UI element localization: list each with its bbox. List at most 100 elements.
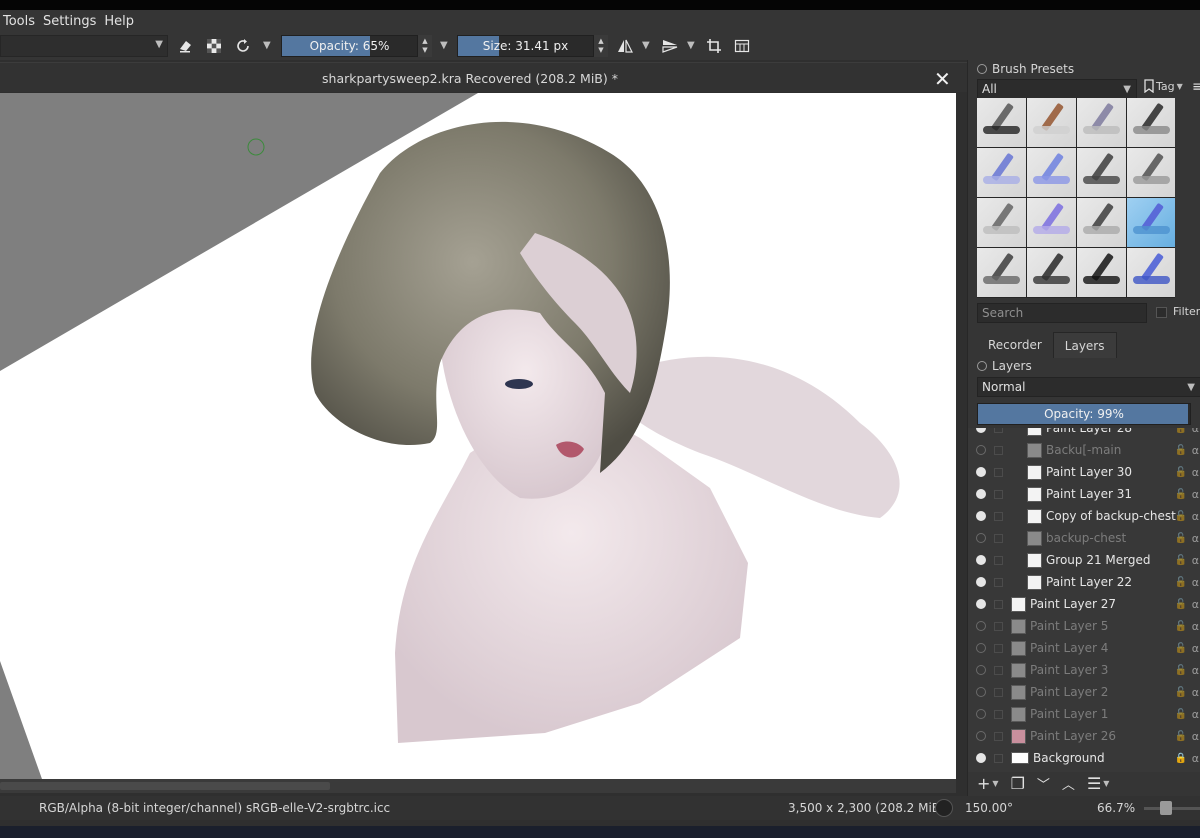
lock-icon[interactable]: 🔓 xyxy=(1175,687,1187,698)
alpha-lock-icon[interactable]: α xyxy=(1192,532,1199,545)
lock-icon[interactable]: 🔓 xyxy=(1175,643,1187,654)
size-spin-buttons[interactable]: ▲ ▼ xyxy=(594,35,608,57)
alpha-lock-icon[interactable]: α xyxy=(1192,444,1199,457)
opacity-spin-buttons[interactable]: ▲ ▼ xyxy=(418,35,432,57)
alpha-lock-icon[interactable]: α xyxy=(1192,686,1199,699)
brush-search-input[interactable]: Search xyxy=(977,303,1147,323)
layer-row[interactable]: Paint Layer 1 🔓 α xyxy=(968,703,1200,725)
layer-select-checkbox[interactable] xyxy=(994,621,1003,631)
brush-preset[interactable] xyxy=(1077,198,1126,247)
chevron-down-icon[interactable]: ▼ xyxy=(263,40,271,51)
layer-select-checkbox[interactable] xyxy=(994,643,1003,653)
eye-icon[interactable] xyxy=(976,445,986,455)
tab-layers[interactable]: Layers xyxy=(1052,332,1117,358)
filter-checkbox[interactable] xyxy=(1156,307,1167,318)
opacity-slider[interactable]: Opacity: 65% xyxy=(281,35,418,57)
layer-select-checkbox[interactable] xyxy=(994,555,1003,565)
layer-select-checkbox[interactable] xyxy=(994,577,1003,587)
docker-float-icon[interactable] xyxy=(977,64,987,74)
alpha-lock-icon[interactable]: α xyxy=(1192,488,1199,501)
crop-icon[interactable] xyxy=(703,35,725,57)
menu-icon[interactable]: ≡ xyxy=(1192,79,1200,95)
eye-icon[interactable] xyxy=(976,709,986,719)
layer-opacity-slider[interactable]: Opacity: 99% xyxy=(977,403,1191,425)
close-icon[interactable]: ✕ xyxy=(934,67,951,91)
eraser-icon[interactable] xyxy=(174,35,196,57)
brush-preset[interactable] xyxy=(1127,148,1175,197)
move-layer-up-icon[interactable]: ︿ xyxy=(1062,774,1075,793)
alpha-lock-icon[interactable]: α xyxy=(1192,664,1199,677)
mirror-horizontal-icon[interactable] xyxy=(614,35,636,57)
alpha-lock-icon[interactable]: α xyxy=(1192,510,1199,523)
eye-icon[interactable] xyxy=(976,621,986,631)
brush-preset[interactable] xyxy=(1077,148,1126,197)
eye-icon[interactable] xyxy=(976,489,986,499)
chevron-down-icon[interactable]: ▼ xyxy=(992,779,998,788)
scrollbar-thumb[interactable] xyxy=(0,782,330,790)
brush-preset[interactable] xyxy=(1027,198,1076,247)
lock-icon[interactable]: 🔓 xyxy=(1175,599,1187,610)
alpha-lock-icon[interactable]: α xyxy=(1192,576,1199,589)
lock-icon[interactable]: 🔓 xyxy=(1175,555,1187,566)
menu-help[interactable]: Help xyxy=(100,14,138,29)
lock-icon[interactable]: 🔓 xyxy=(1175,533,1187,544)
eye-icon[interactable] xyxy=(976,687,986,697)
wrap-around-icon[interactable] xyxy=(731,35,753,57)
brush-preset[interactable] xyxy=(1027,98,1076,147)
eye-icon[interactable] xyxy=(976,467,986,477)
layer-select-checkbox[interactable] xyxy=(994,445,1003,455)
layer-select-checkbox[interactable] xyxy=(994,731,1003,741)
layer-row[interactable]: Paint Layer 27 🔓 α xyxy=(968,593,1200,615)
eye-icon[interactable] xyxy=(976,731,986,741)
eye-icon[interactable] xyxy=(976,555,986,565)
layer-row[interactable]: Paint Layer 4 🔓 α xyxy=(968,637,1200,659)
alpha-lock-icon[interactable]: α xyxy=(1192,752,1199,765)
layer-row[interactable]: Paint Layer 26 🔓 α xyxy=(968,725,1200,747)
eye-icon[interactable] xyxy=(976,599,986,609)
chevron-down-icon[interactable]: ▼ xyxy=(642,40,650,51)
layer-select-checkbox[interactable] xyxy=(994,511,1003,521)
lock-icon[interactable]: 🔓 xyxy=(1175,489,1187,500)
eye-icon[interactable] xyxy=(976,753,986,763)
layer-row[interactable]: Paint Layer 30 🔓 α xyxy=(968,461,1200,483)
lock-icon[interactable]: 🔓 xyxy=(1175,577,1187,588)
layer-select-checkbox[interactable] xyxy=(994,709,1003,719)
layer-row[interactable]: Backu[-main 🔓 α xyxy=(968,439,1200,461)
lock-icon[interactable]: 🔓 xyxy=(1175,467,1187,478)
rotation-value[interactable]: 150.00° xyxy=(965,801,1013,815)
layer-row[interactable]: Paint Layer 5 🔓 α xyxy=(968,615,1200,637)
layer-row[interactable]: Group 21 Merged 🔓 α xyxy=(968,549,1200,571)
lock-icon[interactable]: 🔒 xyxy=(1175,753,1187,764)
preserve-alpha-icon[interactable] xyxy=(203,35,225,57)
layer-select-checkbox[interactable] xyxy=(994,753,1003,763)
eye-icon[interactable] xyxy=(976,511,986,521)
alpha-lock-icon[interactable]: α xyxy=(1192,428,1199,435)
layer-select-checkbox[interactable] xyxy=(994,599,1003,609)
layer-row[interactable]: Paint Layer 31 🔓 α xyxy=(968,483,1200,505)
eye-icon[interactable] xyxy=(976,533,986,543)
layer-properties-icon[interactable]: ☰ xyxy=(1087,774,1101,793)
canvas[interactable] xyxy=(0,93,956,779)
eye-icon[interactable] xyxy=(976,665,986,675)
reload-preset-icon[interactable] xyxy=(232,35,254,57)
layer-row[interactable]: Paint Layer 2 🔓 α xyxy=(968,681,1200,703)
eye-icon[interactable] xyxy=(976,428,986,433)
brush-preset[interactable] xyxy=(977,198,1026,247)
lock-icon[interactable]: 🔓 xyxy=(1175,445,1187,456)
mirror-vertical-icon[interactable] xyxy=(659,35,681,57)
duplicate-layer-icon[interactable]: ❐ xyxy=(1011,774,1025,793)
menu-settings[interactable]: Settings xyxy=(39,14,100,29)
brush-preset[interactable] xyxy=(1027,148,1076,197)
brush-preset[interactable] xyxy=(1077,98,1126,147)
zoom-value[interactable]: 66.7% xyxy=(1097,801,1135,815)
lock-icon[interactable]: 🔓 xyxy=(1175,621,1187,632)
docker-float-icon[interactable] xyxy=(977,361,987,371)
move-layer-down-icon[interactable]: ﹀ xyxy=(1037,774,1050,793)
chevron-down-icon[interactable]: ▼ xyxy=(440,40,448,51)
alpha-lock-icon[interactable]: α xyxy=(1192,730,1199,743)
alpha-lock-icon[interactable]: α xyxy=(1192,620,1199,633)
brush-preset[interactable] xyxy=(1027,248,1076,297)
brush-preset[interactable] xyxy=(977,148,1026,197)
blend-mode-combo[interactable]: ▼ xyxy=(0,35,168,57)
eye-icon[interactable] xyxy=(976,577,986,587)
